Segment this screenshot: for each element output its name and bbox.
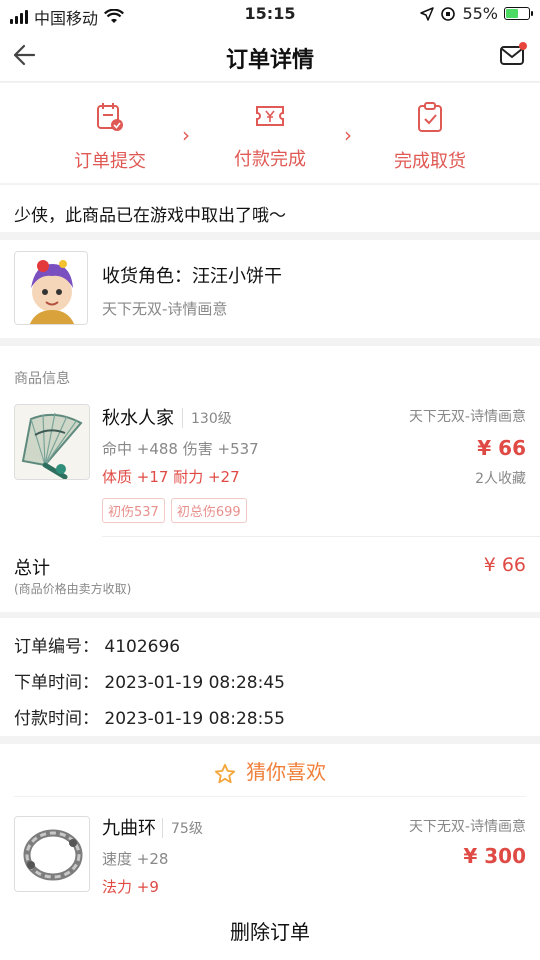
chevron-right-icon: › [182,123,190,147]
order-progress-steps: 订单提交 › 付款完成 › 完成取货 [0,83,540,183]
recommended-item-bonus: 法力 +9 [102,878,159,896]
receiver-card: 收货角色：汪汪小饼干 天下无双-诗情画意 [0,240,540,338]
section-label: 商品信息 [14,371,70,387]
avatar [14,251,88,325]
mail-icon[interactable] [498,40,528,70]
chevron-right-icon: › [344,123,352,147]
order-paid-time: 付款时间： 2023-01-19 08:28:55 [14,709,285,729]
location-icon [420,6,435,21]
recommended-item-name[interactable]: 九曲环 [102,814,156,840]
item-attributes: 命中 +488 伤害 +537 [102,440,259,458]
step-label: 完成取货 [394,151,466,172]
goods-info-card: 商品信息 秋水人家 130级 命中 +488 伤害 +537 体质 +17 耐力… [0,346,540,612]
nav-bar: 订单详情 [0,30,540,82]
receiver-server: 天下无双-诗情画意 [102,300,228,318]
pickup-tip: 少侠，此商品已在游戏中取出了哦～ [0,184,540,232]
order-number: 订单编号： 4102696 [14,637,181,657]
recommendations-title-text: 猜你喜欢 [246,760,327,784]
item-level: 130级 [182,408,232,428]
orientation-lock-icon [441,6,456,21]
recommended-item-level: 75级 [162,818,203,838]
delete-order-button[interactable]: 删除订单 [210,914,330,947]
item-server: 天下无双-诗情画意 [408,409,526,425]
ticket-yen-icon [256,106,284,126]
item-name[interactable]: 秋水人家 [102,404,174,430]
item-image-fan[interactable] [14,404,90,480]
item-favorites: 2人收藏 [475,471,526,487]
divider [102,536,540,537]
battery-percent: 55% [462,4,498,23]
battery-fill [506,9,519,18]
step-order-submitted: 订单提交 [50,101,170,173]
notification-dot [519,42,527,50]
item-tags: 初伤537 初总伤699 [102,498,247,523]
item-bonus-attributes: 体质 +17 耐力 +27 [102,468,240,486]
total-label: 总计 [14,558,50,579]
status-right: 55% [420,4,533,23]
total-note: (商品价格由卖方收取) [14,582,132,596]
item-tag: 初总伤699 [170,498,247,523]
item-tag: 初伤537 [102,498,165,523]
bottom-action-bar: 删除订单 [0,904,540,960]
divider [14,796,526,797]
recommendations-title: 猜你喜欢 [0,756,540,785]
calendar-check-icon [97,103,123,131]
step-pickup-complete: 完成取货 [370,101,490,173]
status-bar: 中国移动 15:15 55% [0,0,540,30]
recommended-item-attributes: 速度 +28 [102,850,169,868]
step-payment-complete: 付款完成 [210,101,330,171]
order-info-card: 订单编号： 4102696 下单时间： 2023-01-19 08:28:45 … [0,618,540,736]
step-label: 付款完成 [234,149,306,170]
step-label: 订单提交 [74,151,146,172]
star-icon [214,763,235,783]
order-created-time: 下单时间： 2023-01-19 08:28:45 [14,673,285,693]
page-title: 订单详情 [225,48,314,73]
battery-icon [504,7,533,20]
clipboard-check-icon [418,102,442,132]
item-image-ring[interactable] [14,816,90,892]
recommended-item-server: 天下无双-诗情画意 [408,819,526,835]
receiver-role: 收货角色：汪汪小饼干 [102,266,282,287]
recommended-item-price: ¥ 300 [463,844,526,868]
item-price: ¥ 66 [477,436,526,460]
total-price: ¥ 66 [483,554,526,576]
